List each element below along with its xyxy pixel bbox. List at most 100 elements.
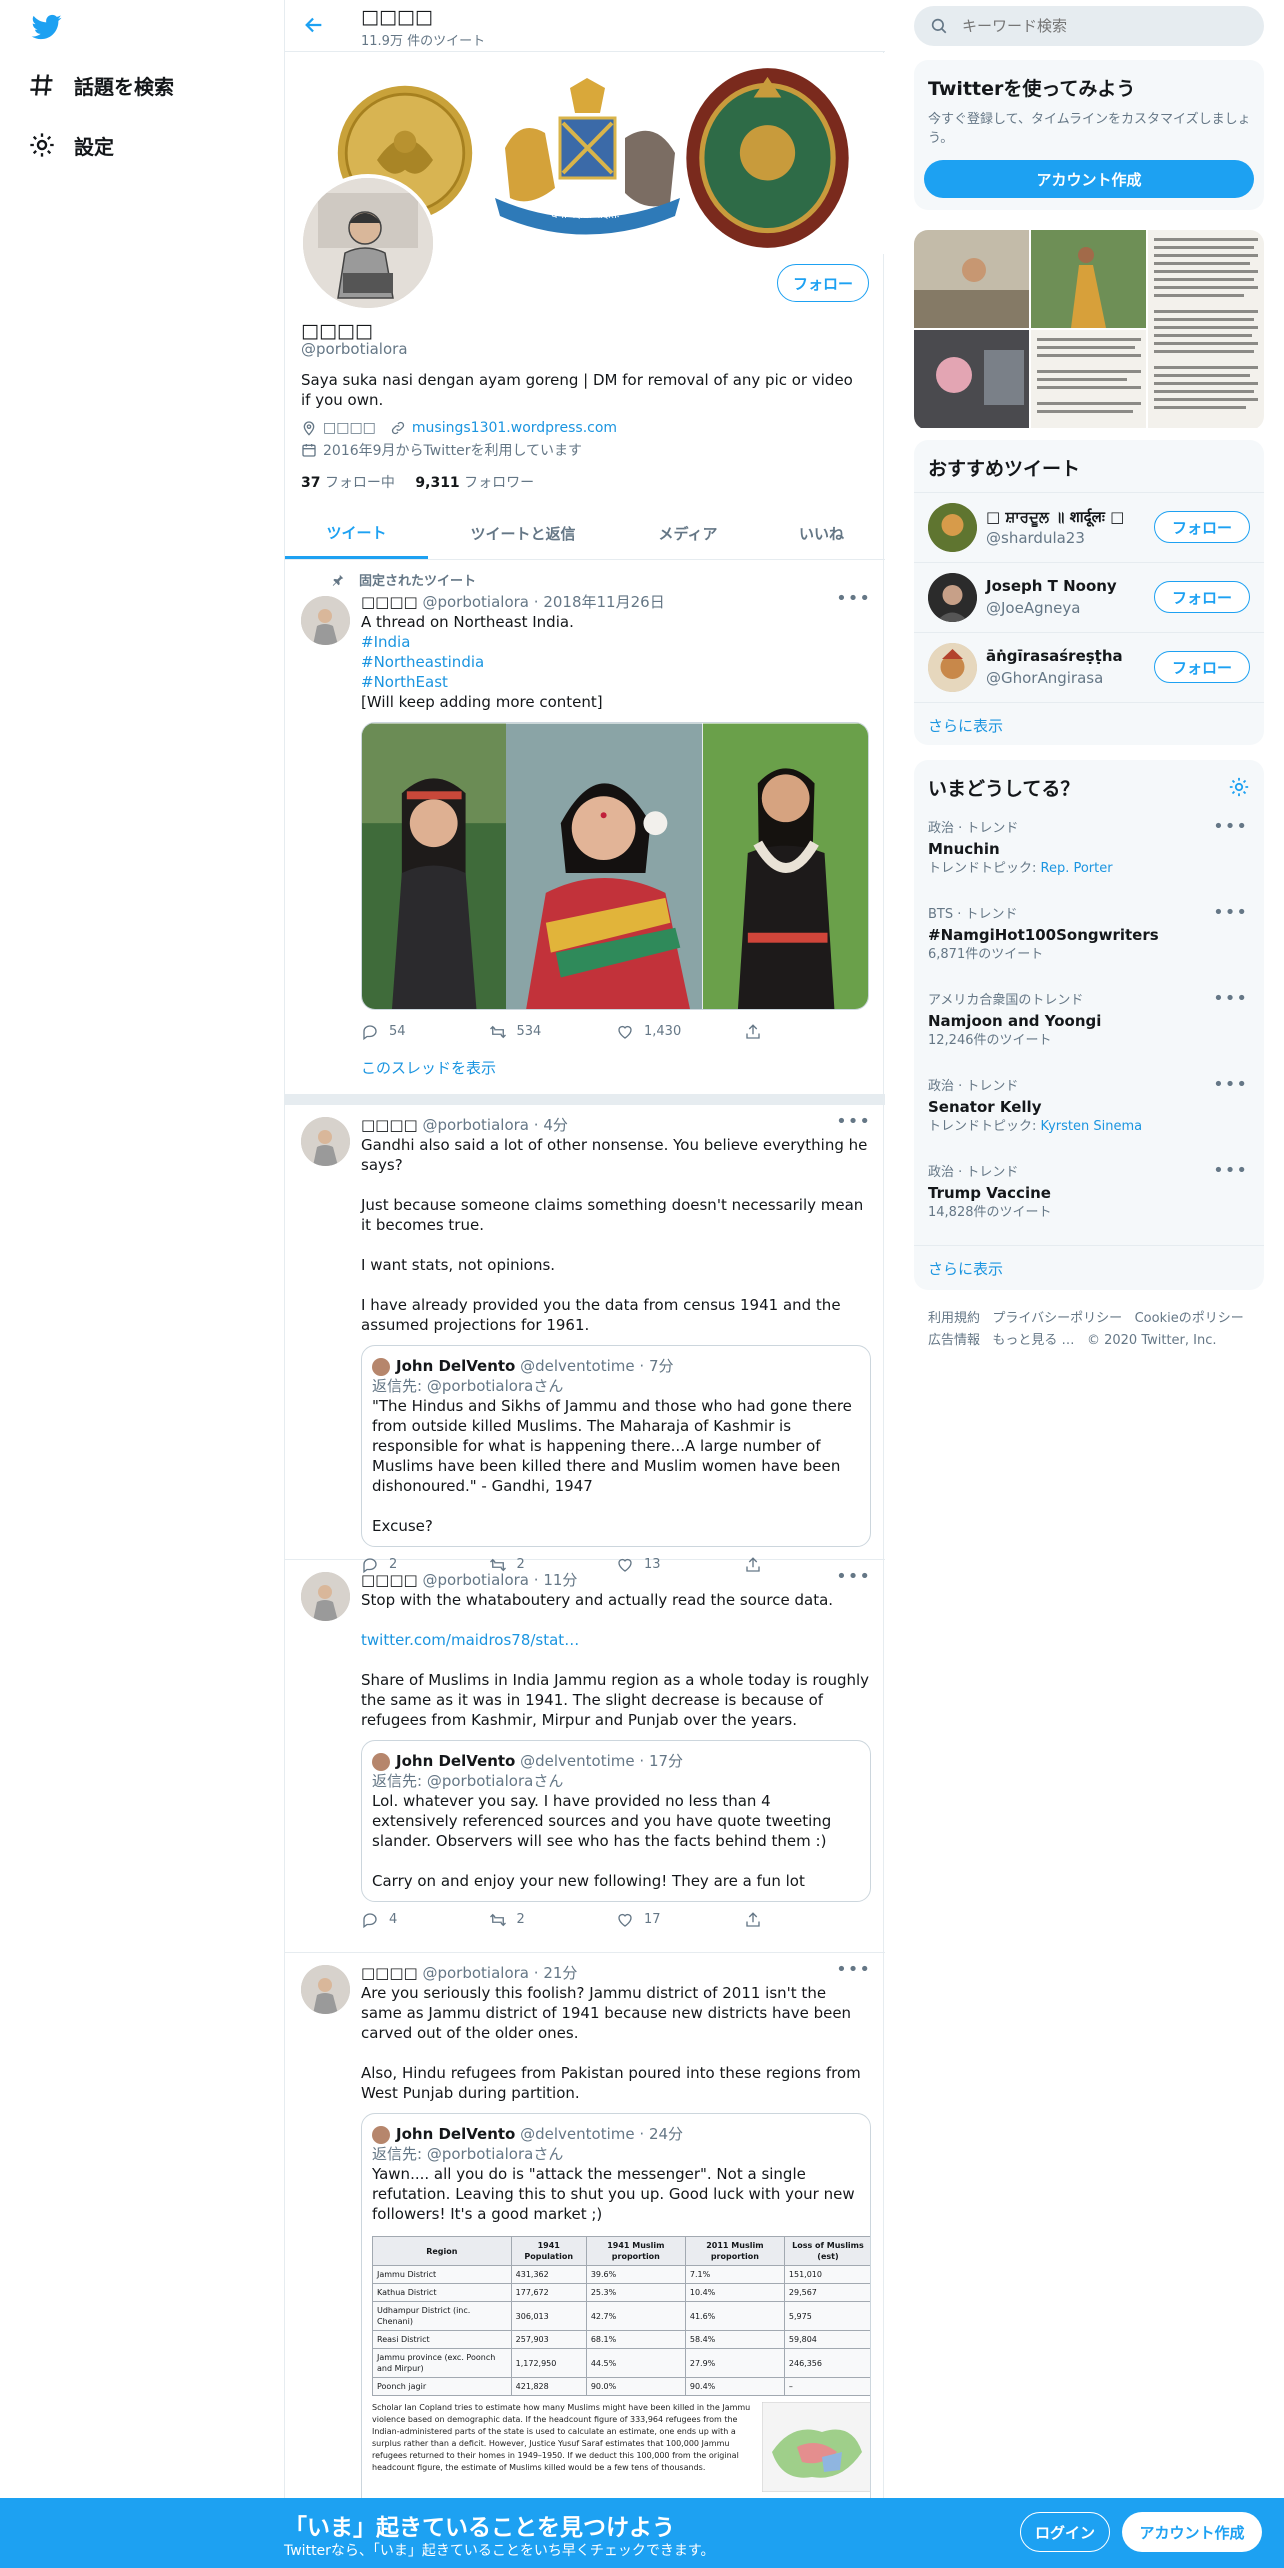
rec-show-more[interactable]: さらに表示 [914,702,1264,745]
hashtag-link[interactable]: #NorthEast [361,673,448,691]
trend-item[interactable]: BTS · トレンド #NamgiHot100Songwriters 6,871… [928,904,1248,964]
media-thumb-dancer[interactable] [1031,230,1146,328]
followers-label: フォロワー [464,475,535,491]
profile-website-link[interactable]: musings1301.wordpress.com [412,420,617,436]
search-box[interactable] [914,6,1264,46]
back-arrow-icon[interactable] [303,14,325,36]
more-icon[interactable]: ••• [1213,1162,1248,1180]
trend-item[interactable]: アメリカ合衆国のトレンド Namjoon and Yoongi 12,246件の… [928,990,1248,1050]
reply-action[interactable]: 4 [361,1910,489,1930]
media-thumb-article[interactable] [1031,330,1146,428]
retweet-action[interactable]: 2 [489,1910,617,1930]
tweet-time[interactable]: 4分 [543,1116,568,1134]
tweet-avatar[interactable] [301,1572,350,1621]
more-icon[interactable]: ••• [1213,818,1248,836]
rec-avatar-image [928,573,977,622]
pinned-label: 固定されたツイート [359,574,477,589]
pinned-tweet[interactable]: 固定されたツイート □□□□ @porbotialora · 2018年11月2… [285,560,885,1095]
trend-item[interactable]: 政治 · トレンド Senator Kelly トレンドトピック: Kyrste… [928,1076,1248,1136]
footer-link[interactable]: プライバシーポリシー [992,1311,1122,1326]
quote-author-name: John DelVento [396,1752,516,1770]
media-grid[interactable] [914,230,1264,430]
share-action[interactable] [744,1910,872,1930]
tweet-author-handle[interactable]: @porbotialora [422,593,529,611]
more-icon[interactable]: ••• [1213,990,1248,1008]
tweet[interactable]: □□□□ @porbotialora · 21分 ••• Are you ser… [285,1953,885,2568]
footer-link[interactable]: もっと見る … [992,1333,1074,1348]
nav-explore[interactable]: 話題を検索 [28,65,174,105]
tweet-time[interactable]: 2018年11月26日 [543,593,664,611]
tab-tweets[interactable]: ツイート [285,508,428,559]
more-icon[interactable]: ••• [1213,904,1248,922]
following-stat[interactable]: 37 フォロー中 [301,475,395,491]
tweet[interactable]: □□□□ @porbotialora · 11分 ••• Stop with t… [285,1560,885,1953]
tweet-author-handle[interactable]: @porbotialora [422,1571,529,1589]
tweet-avatar[interactable] [301,1965,350,2014]
trend-topic-link[interactable]: Rep. Porter [1041,861,1113,876]
retweet-action[interactable]: 534 [489,1022,617,1042]
tab-media[interactable]: メディア [618,508,758,559]
quoted-tweet[interactable]: John DelVento @delventotime · 24分 返信先: @… [361,2113,871,2513]
tweet-avatar[interactable] [301,1117,350,1166]
more-icon[interactable]: ••• [1213,1076,1248,1094]
hashtag-link[interactable]: #India [361,633,410,651]
rec-follow-button[interactable]: フォロー [1154,511,1250,543]
more-icon[interactable]: ••• [836,1961,871,1979]
signup-button[interactable]: アカウント作成 [924,160,1254,198]
tweet-link[interactable]: twitter.com/maidros78/stat… [361,1631,579,1649]
rec-user[interactable]: āṅgīrasaśreṣṭha @GhorAngirasa フォロー [914,632,1264,702]
quote-author-handle: @delventotime [520,2125,635,2143]
nav-settings[interactable]: 設定 [28,125,114,165]
like-action[interactable]: 1,430 [616,1022,744,1042]
tweet-author-handle[interactable]: @porbotialora [422,1116,529,1134]
trend-item[interactable]: 政治 · トレンド Trump Vaccine 14,828件のツイート ••• [928,1162,1248,1222]
tweet-author-name[interactable]: □□□□ [361,1116,418,1134]
more-icon[interactable]: ••• [836,590,871,608]
media-thumb-car[interactable] [914,330,1029,428]
rec-follow-button[interactable]: フォロー [1154,581,1250,613]
rec-user[interactable]: □ ਸ਼ਾਰਦੂਲ ॥ शार्दूलः □ @shardula23 フォロー [914,492,1264,562]
media-thumb-document[interactable] [1148,230,1264,428]
reply-action[interactable]: 54 [361,1022,489,1042]
profile-follow-button[interactable]: フォロー [777,264,869,302]
rec-follow-button[interactable]: フォロー [1154,651,1250,683]
trend-topic-link[interactable]: Kyrsten Sinema [1041,1119,1143,1134]
footer-link[interactable]: Cookieのポリシー [1135,1311,1244,1326]
twitter-logo-icon[interactable] [30,12,64,42]
like-action[interactable]: 17 [616,1910,744,1930]
share-action[interactable] [744,1022,872,1042]
more-icon[interactable]: ••• [836,1568,871,1586]
tab-tweets-and-replies[interactable]: ツイートと返信 [428,508,618,559]
trends-show-more[interactable]: さらに表示 [914,1245,1264,1290]
search-input[interactable] [962,17,1242,35]
trend-item[interactable]: 政治 · トレンド Mnuchin トレンドトピック: Rep. Porter … [928,818,1248,878]
tweet-author-name[interactable]: □□□□ [361,1571,418,1589]
footer-link[interactable]: 利用規約 [928,1311,980,1326]
tweet-author-name[interactable]: □□□□ [361,593,418,611]
login-button[interactable]: ログイン [1020,2512,1110,2552]
rec-show-more-link[interactable]: さらに表示 [928,717,1003,735]
show-thread-link[interactable]: このスレッドを表示 [361,1059,496,1077]
trends-show-more-link[interactable]: さらに表示 [928,1260,1003,1278]
footer-link[interactable]: 広告情報 [928,1333,980,1348]
more-icon[interactable]: ••• [836,1113,871,1131]
trend-settings-gear-icon[interactable] [1228,776,1250,798]
tweet-avatar[interactable] [301,596,350,645]
profile-avatar[interactable] [299,174,437,312]
bottom-signup-button[interactable]: アカウント作成 [1122,2512,1262,2552]
quote-reply-to: 返信先: @porbotialoraさん [372,1377,564,1395]
tweet-time[interactable]: 21分 [543,1964,577,1982]
quoted-tweet[interactable]: John DelVento @delventotime · 7分 返信先: @p… [361,1345,871,1547]
trend-title: Senator Kelly [928,1098,1042,1116]
rec-user[interactable]: Joseph T Noony @JoeAgneya フォロー [914,562,1264,632]
hashtag-link[interactable]: #Northeastindia [361,653,484,671]
media-thumb-street[interactable] [914,230,1029,328]
followers-stat[interactable]: 9,311 フォロワー [415,475,534,491]
tab-likes[interactable]: いいね [758,508,885,559]
tweet-author-name[interactable]: □□□□ [361,1964,418,1982]
tweet-time[interactable]: 11分 [543,1571,577,1589]
tweet-media-photos[interactable] [361,722,869,1010]
quoted-tweet[interactable]: John DelVento @delventotime · 17分 返信先: @… [361,1740,871,1902]
tweet[interactable]: □□□□ @porbotialora · 4分 ••• Gandhi also … [285,1105,885,1574]
tweet-author-handle[interactable]: @porbotialora [422,1964,529,1982]
